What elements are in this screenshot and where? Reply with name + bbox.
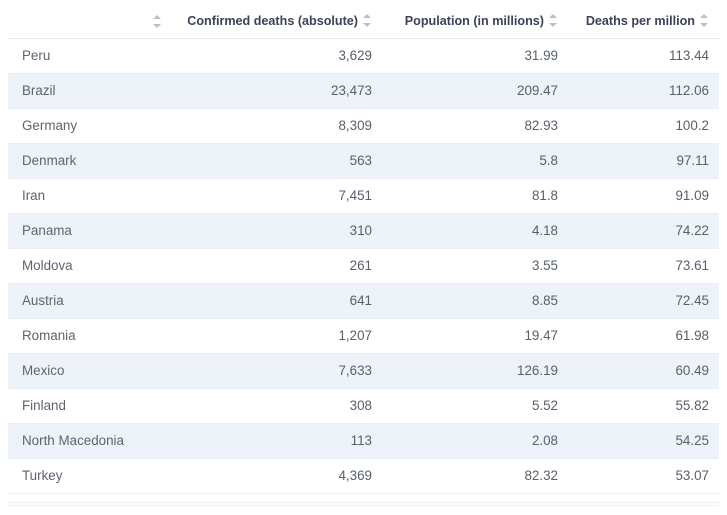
- cell-dpm: 100.2: [568, 108, 719, 143]
- cell-pop: 82.93: [382, 108, 568, 143]
- table-row[interactable]: Austria6418.8572.45: [8, 283, 719, 318]
- cell-pop: 82.32: [382, 458, 568, 493]
- table-row[interactable]: Romania1,20719.4761.98: [8, 318, 719, 353]
- cell-empty: [8, 493, 170, 502]
- cell-pop: 209.47: [382, 73, 568, 108]
- cell-dpm: 60.49: [568, 353, 719, 388]
- cell-deaths: 1,207: [170, 318, 382, 353]
- country-deaths-table: Confirmed deaths (absolute) Population (…: [8, 0, 719, 503]
- cell-pop: 5.8: [382, 143, 568, 178]
- column-header-population-label: Population (in millions): [405, 14, 544, 28]
- table-row[interactable]: Panama3104.1874.22: [8, 213, 719, 248]
- table-bottom-divider: [8, 505, 719, 506]
- column-header-deaths-per-million[interactable]: Deaths per million: [568, 0, 719, 38]
- cell-pop: 81.8: [382, 178, 568, 213]
- cell-empty: [382, 493, 568, 502]
- cell-country: Romania: [8, 318, 170, 353]
- column-header-deaths-per-million-label: Deaths per million: [586, 14, 695, 28]
- table-row[interactable]: Peru3,62931.99113.44: [8, 38, 719, 73]
- column-header-population[interactable]: Population (in millions): [382, 0, 568, 38]
- cell-deaths: 310: [170, 213, 382, 248]
- sort-updown-icon[interactable]: [153, 15, 162, 28]
- cell-pop: 5.52: [382, 388, 568, 423]
- cell-deaths: 3,629: [170, 38, 382, 73]
- column-header-confirmed-deaths-label: Confirmed deaths (absolute): [187, 14, 358, 28]
- data-table-container: Confirmed deaths (absolute) Population (…: [0, 0, 727, 515]
- cell-country: North Macedonia: [8, 423, 170, 458]
- cell-deaths: 23,473: [170, 73, 382, 108]
- table-row[interactable]: Moldova2613.5573.61: [8, 248, 719, 283]
- cell-pop: 8.85: [382, 283, 568, 318]
- cell-pop: 3.55: [382, 248, 568, 283]
- sort-updown-icon[interactable]: [363, 14, 372, 27]
- cell-country: Brazil: [8, 73, 170, 108]
- table-row[interactable]: Brazil23,473209.47112.06: [8, 73, 719, 108]
- cell-country: Mexico: [8, 353, 170, 388]
- cell-country: Austria: [8, 283, 170, 318]
- cell-deaths: 308: [170, 388, 382, 423]
- cell-deaths: 7,451: [170, 178, 382, 213]
- cell-dpm: 113.44: [568, 38, 719, 73]
- cell-deaths: 8,309: [170, 108, 382, 143]
- sort-updown-icon[interactable]: [549, 14, 558, 27]
- cell-dpm: 91.09: [568, 178, 719, 213]
- cell-country: Finland: [8, 388, 170, 423]
- cell-dpm: 74.22: [568, 213, 719, 248]
- column-header-country[interactable]: [8, 0, 170, 38]
- table-row[interactable]: Germany8,30982.93100.2: [8, 108, 719, 143]
- cell-dpm: 73.61: [568, 248, 719, 283]
- column-header-confirmed-deaths[interactable]: Confirmed deaths (absolute): [170, 0, 382, 38]
- table-row[interactable]: Mexico7,633126.1960.49: [8, 353, 719, 388]
- table-row[interactable]: Finland3085.5255.82: [8, 388, 719, 423]
- cell-pop: 31.99: [382, 38, 568, 73]
- cell-deaths: 7,633: [170, 353, 382, 388]
- table-row[interactable]: Iran7,45181.891.09: [8, 178, 719, 213]
- cell-empty: [568, 493, 719, 502]
- table-row-partial[interactable]: [8, 493, 719, 502]
- table-row[interactable]: Denmark5635.897.11: [8, 143, 719, 178]
- cell-deaths: 113: [170, 423, 382, 458]
- cell-empty: [170, 493, 382, 502]
- cell-pop: 19.47: [382, 318, 568, 353]
- sort-updown-icon[interactable]: [700, 14, 709, 27]
- cell-country: Germany: [8, 108, 170, 143]
- table-body: Peru3,62931.99113.44Brazil23,473209.4711…: [8, 38, 719, 502]
- cell-country: Panama: [8, 213, 170, 248]
- cell-dpm: 55.82: [568, 388, 719, 423]
- cell-deaths: 4,369: [170, 458, 382, 493]
- cell-dpm: 53.07: [568, 458, 719, 493]
- table-header-row: Confirmed deaths (absolute) Population (…: [8, 0, 719, 38]
- cell-country: Turkey: [8, 458, 170, 493]
- cell-country: Denmark: [8, 143, 170, 178]
- cell-pop: 2.08: [382, 423, 568, 458]
- cell-pop: 4.18: [382, 213, 568, 248]
- cell-dpm: 61.98: [568, 318, 719, 353]
- cell-country: Iran: [8, 178, 170, 213]
- table-row[interactable]: North Macedonia1132.0854.25: [8, 423, 719, 458]
- cell-pop: 126.19: [382, 353, 568, 388]
- cell-dpm: 112.06: [568, 73, 719, 108]
- table-row[interactable]: Turkey4,36982.3253.07: [8, 458, 719, 493]
- cell-country: Moldova: [8, 248, 170, 283]
- cell-deaths: 563: [170, 143, 382, 178]
- cell-dpm: 97.11: [568, 143, 719, 178]
- cell-country: Peru: [8, 38, 170, 73]
- cell-deaths: 641: [170, 283, 382, 318]
- cell-dpm: 72.45: [568, 283, 719, 318]
- table-header: Confirmed deaths (absolute) Population (…: [8, 0, 719, 38]
- cell-dpm: 54.25: [568, 423, 719, 458]
- cell-deaths: 261: [170, 248, 382, 283]
